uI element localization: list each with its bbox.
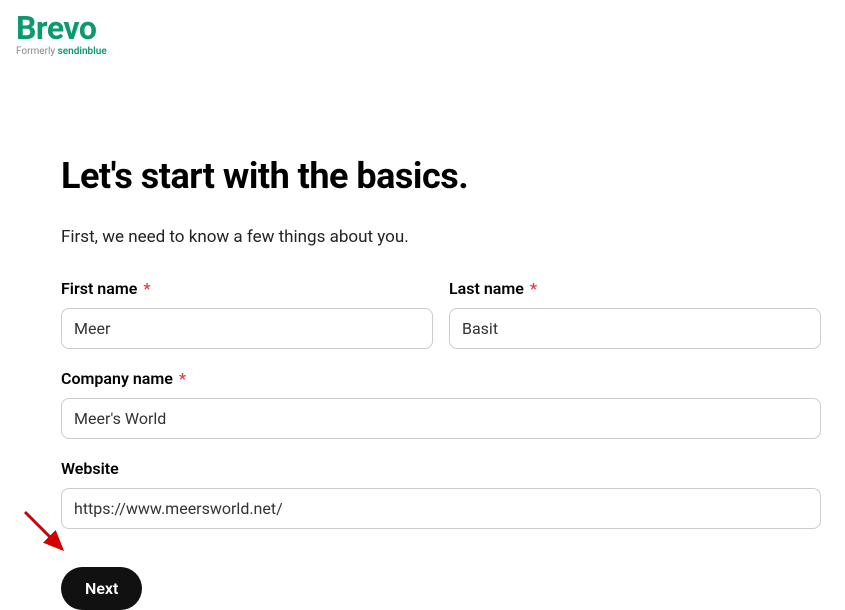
- tagline-brand: sendinblue: [58, 46, 107, 57]
- last-name-input[interactable]: [449, 308, 821, 349]
- required-marker: *: [530, 279, 537, 298]
- name-row: First name * Last name *: [61, 279, 821, 349]
- first-name-label-text: First name: [61, 279, 137, 298]
- first-name-input[interactable]: [61, 308, 433, 349]
- page-title: Let's start with the basics.: [61, 155, 821, 197]
- company-name-input[interactable]: [61, 398, 821, 439]
- required-marker: *: [143, 279, 150, 298]
- website-label-text: Website: [61, 459, 119, 478]
- last-name-label-text: Last name: [449, 279, 524, 298]
- company-row: Company name *: [61, 369, 821, 439]
- brand-tagline: Formerly sendinblue: [16, 46, 107, 57]
- company-name-label-text: Company name: [61, 369, 173, 388]
- required-marker: *: [179, 369, 186, 388]
- tagline-prefix: Formerly: [16, 46, 58, 57]
- website-label: Website: [61, 459, 821, 478]
- last-name-label: Last name *: [449, 279, 821, 298]
- company-name-label: Company name *: [61, 369, 821, 388]
- website-input[interactable]: [61, 488, 821, 529]
- website-row: Website: [61, 459, 821, 529]
- first-name-label: First name *: [61, 279, 433, 298]
- first-name-group: First name *: [61, 279, 433, 349]
- page-subtitle: First, we need to know a few things abou…: [61, 227, 821, 247]
- logo-container: Brevo Formerly sendinblue: [16, 12, 107, 57]
- onboarding-form: Let's start with the basics. First, we n…: [61, 155, 821, 610]
- website-group: Website: [61, 459, 821, 529]
- brand-logo: Brevo: [16, 12, 107, 44]
- company-name-group: Company name *: [61, 369, 821, 439]
- last-name-group: Last name *: [449, 279, 821, 349]
